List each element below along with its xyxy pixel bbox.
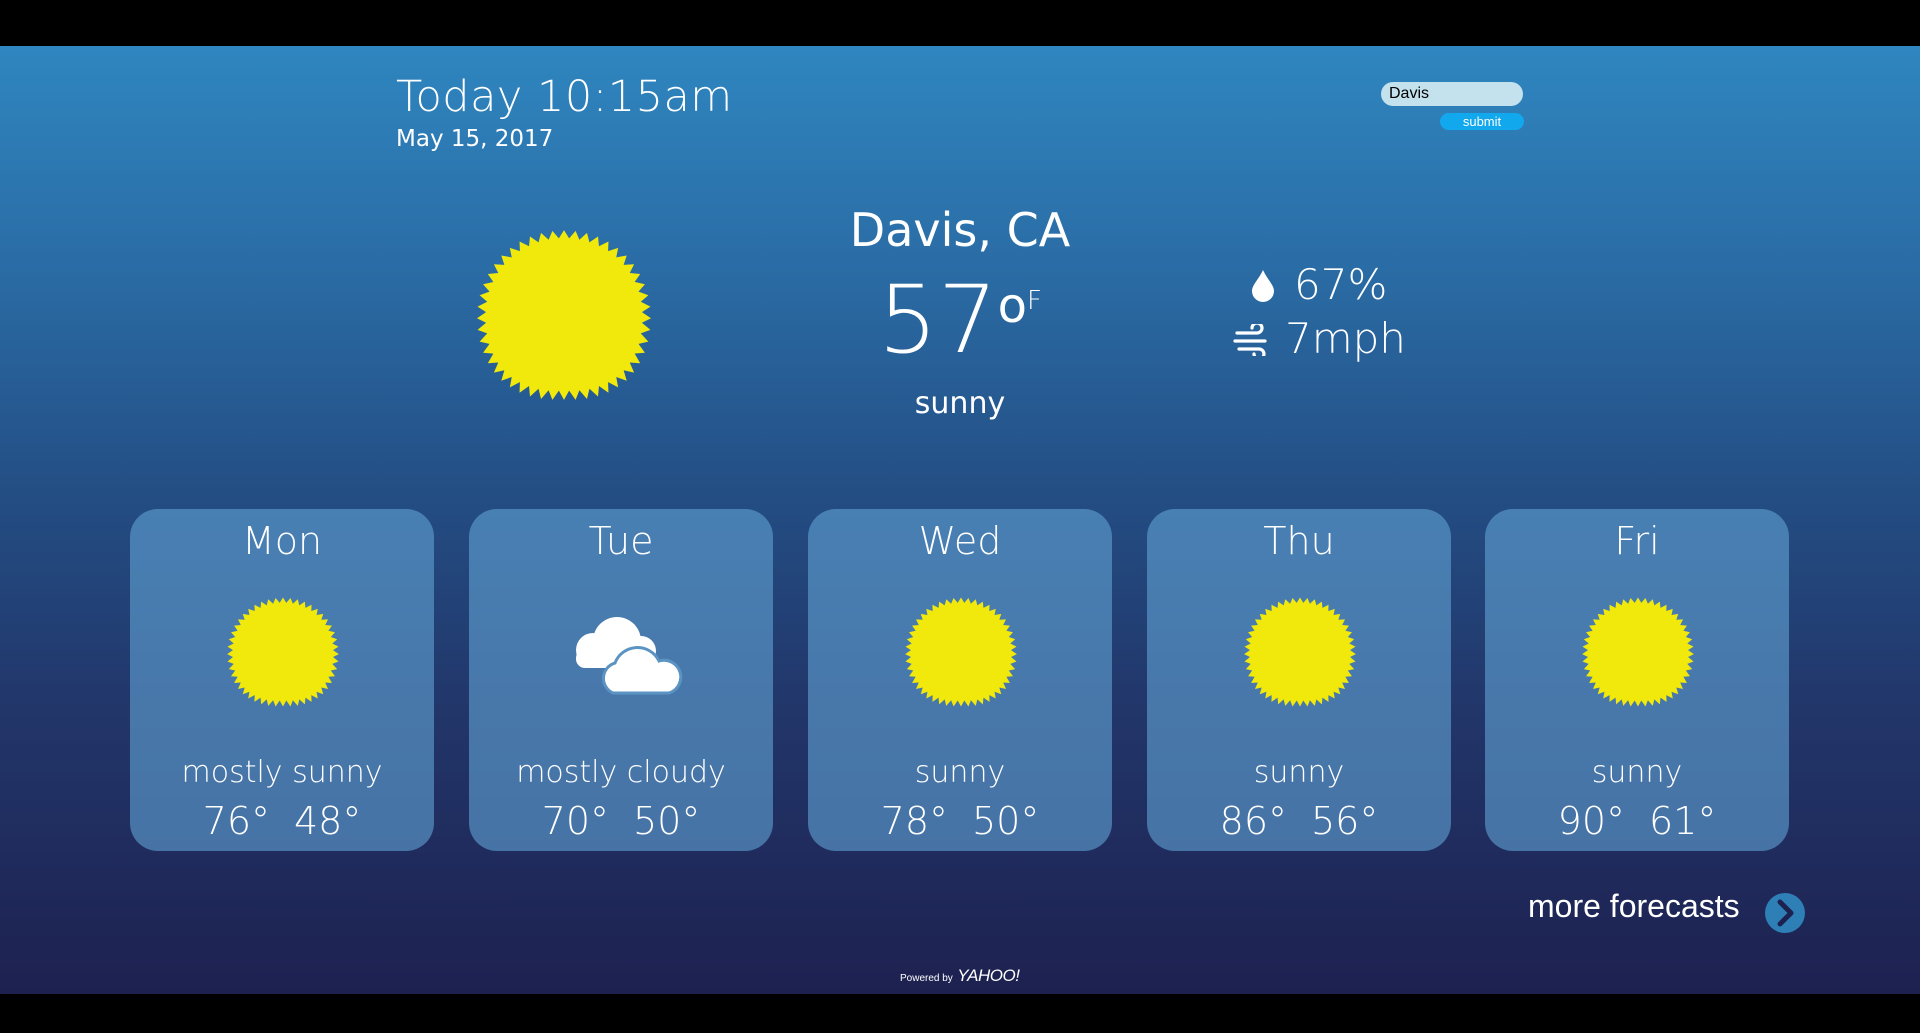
sun-icon [476, 230, 652, 400]
current-time: Today 10:15am [396, 72, 733, 122]
forecast-condition: mostly sunny [181, 755, 383, 790]
forecast-low: 56° [1311, 799, 1379, 843]
forecast-low: 50° [633, 799, 701, 843]
sun-icon [1244, 597, 1356, 707]
location-name: Davis, CA [849, 203, 1071, 257]
sun-icon [1582, 597, 1694, 707]
cloud-icon [576, 617, 683, 695]
humidity-value: 67% [1294, 260, 1388, 309]
wind-icon [1233, 324, 1267, 356]
forecast-temps: 90° 61° [1485, 799, 1789, 843]
location-search-input[interactable] [1381, 82, 1523, 106]
forecast-temps: 76° 48° [130, 799, 434, 843]
forecast-card-thu: Thu sunny 86° 56° [1147, 509, 1451, 851]
wind-speed-value: 7mph [1285, 314, 1406, 363]
droplet-icon [1252, 270, 1274, 302]
forecast-low: 50° [972, 799, 1040, 843]
forecast-card-fri: Fri sunny 90° 61° [1485, 509, 1789, 851]
forecast-low: 48° [294, 799, 362, 843]
forecast-day: Tue [588, 519, 654, 563]
forecast-temps: 78° 50° [808, 799, 1112, 843]
submit-button[interactable]: submit [1440, 113, 1524, 130]
forecast-low: 61° [1649, 799, 1717, 843]
forecast-condition: sunny [1253, 755, 1345, 790]
weather-app: Today 10:15am May 15, 2017 submit Davis,… [0, 46, 1920, 994]
current-temperature-block: 57oF [760, 266, 1160, 376]
yahoo-logo: YAHOO! [957, 966, 1020, 985]
sun-icon [227, 597, 339, 707]
powered-by-text: Powered by [900, 973, 953, 984]
forecast-condition: mostly cloudy [516, 755, 726, 790]
degree-symbol: o [997, 278, 1028, 334]
powered-by-footer: Powered by YAHOO! [900, 966, 1020, 986]
forecast-high: 70° [541, 799, 609, 843]
temperature-unit: F [1027, 286, 1042, 316]
chevron-right-icon[interactable] [1764, 892, 1806, 934]
forecast-card-wed: Wed sunny 78° 50° [808, 509, 1112, 851]
forecast-high: 86° [1219, 799, 1287, 843]
forecast-day: Thu [1263, 519, 1335, 563]
current-temperature: 57 [878, 266, 998, 375]
forecast-day: Mon [241, 519, 323, 563]
forecast-temps: 86° 56° [1147, 799, 1451, 843]
more-forecasts-link[interactable]: more forecasts [1528, 888, 1740, 925]
current-date: May 15, 2017 [396, 126, 554, 152]
forecast-temps: 70° 50° [469, 799, 773, 843]
forecast-condition: sunny [914, 755, 1006, 790]
current-condition: sunny [914, 386, 1006, 421]
forecast-condition: sunny [1591, 755, 1683, 790]
forecast-day: Fri [1614, 519, 1660, 563]
sun-icon [905, 597, 1017, 707]
forecast-card-mon: Mon mostly sunny 76° 48° [130, 509, 434, 851]
forecast-day: Wed [918, 519, 1002, 563]
forecast-card-tue: Tue mostly cloudy 70° 50° [469, 509, 773, 851]
forecast-high: 90° [1557, 799, 1625, 843]
forecast-high: 76° [202, 799, 270, 843]
forecast-high: 78° [880, 799, 948, 843]
